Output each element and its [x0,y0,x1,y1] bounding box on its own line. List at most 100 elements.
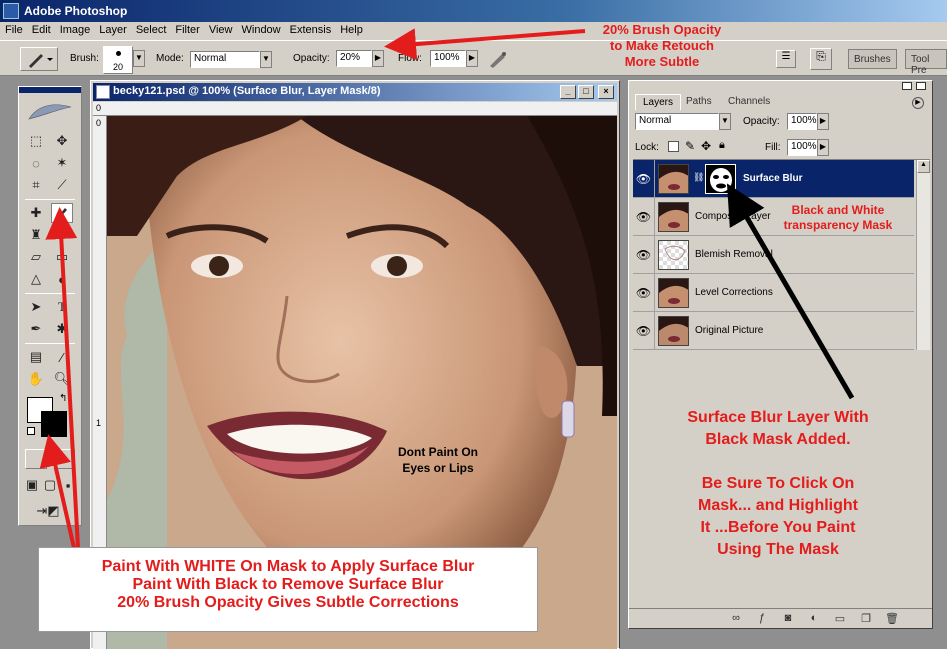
default-colors-icon[interactable] [27,427,35,435]
screen-mode-full-icon[interactable]: ▪ [59,475,77,495]
document-title: becky121.psd @ 100% (Surface Blur, Layer… [113,85,381,97]
tab-brushes[interactable]: Brushes [848,49,897,69]
pen-tool-icon[interactable]: ✒ [25,319,47,339]
palette-menu-icon[interactable]: ☰ [776,50,796,68]
toolbox-header[interactable] [19,87,81,93]
layer-style-icon[interactable]: ƒ [755,612,769,626]
eye-icon[interactable]: 👁︎ [633,312,655,349]
fill-input[interactable]: 100% [787,139,817,156]
eraser-tool-icon[interactable]: ▱ [25,247,47,267]
opacity-slider-arrow[interactable]: ▶ [372,50,384,67]
minimize-button[interactable]: _ [560,85,576,99]
flow-input[interactable]: 100% [430,50,466,67]
palette-header[interactable] [629,81,932,91]
tab-paths[interactable]: Paths [679,94,719,110]
blur-tool-icon[interactable]: △ [25,269,47,289]
layer-row-surface-blur[interactable]: 👁︎ ⛓ Surface Blur [633,160,914,198]
layer-row-level-corrections[interactable]: 👁︎ Level Corrections [633,274,914,312]
clone-stamp-tool-icon[interactable]: ♜ [25,225,47,245]
move-tool-icon[interactable]: ✥ [51,131,73,151]
magic-wand-tool-icon[interactable]: ✶ [51,153,73,173]
swap-colors-icon[interactable]: ↰ [59,393,67,404]
quick-mask-mode-icon[interactable] [53,449,75,469]
notes-tool-icon[interactable]: ▤ [25,347,47,367]
new-group-icon[interactable]: ▭ [833,612,847,626]
menu-file[interactable]: File [0,22,27,36]
tab-channels[interactable]: Channels [721,94,777,110]
screen-mode-full-menu-icon[interactable]: ▢ [41,475,59,495]
eye-icon[interactable]: 👁︎ [633,236,655,273]
lock-position-icon[interactable]: ✥ [701,139,711,153]
menu-filter[interactable]: Filter [170,22,203,36]
layer-mask-thumbnail[interactable] [705,164,736,194]
tab-tool-presets[interactable]: Tool Pre [905,49,947,76]
menu-edit[interactable]: Edit [27,22,55,36]
close-button[interactable]: × [598,85,614,99]
new-layer-icon[interactable]: ❐ [859,612,873,626]
file-browser-icon[interactable]: ⎘ [810,48,832,70]
adjustment-layer-icon[interactable]: ◐ [807,612,821,626]
custom-shape-tool-icon[interactable]: ✱ [51,319,73,339]
brush-dropdown-arrow[interactable]: ▼ [133,50,145,67]
blend-mode-dropdown-arrow[interactable]: ▼ [719,113,731,130]
layer-row-blemish-removal[interactable]: 👁︎ Blemish Removal [633,236,914,274]
chain-link-icon[interactable]: ⛓ [693,172,704,183]
menu-extensis[interactable]: Extensis [285,22,336,36]
blend-mode-select[interactable]: Normal [635,113,719,130]
add-mask-icon[interactable]: ◙ [781,612,795,626]
lock-pixels-icon[interactable]: ✎ [685,139,695,153]
layer-opacity-arrow[interactable]: ▶ [817,113,829,130]
tool-preset-picker[interactable] [20,47,58,71]
standard-mode-icon[interactable] [25,449,47,469]
menu-select[interactable]: Select [131,22,171,36]
background-color-swatch[interactable] [41,411,67,437]
screen-mode-standard-icon[interactable]: ▣ [23,475,41,495]
healing-brush-tool-icon[interactable]: ✚ [25,203,47,223]
lasso-tool-icon[interactable]: ◌ [25,153,47,173]
marquee-tool-icon[interactable]: ⬚ [25,131,47,151]
maximize-button[interactable]: □ [578,85,594,99]
opacity-input[interactable]: 20% [336,50,372,67]
tab-layers[interactable]: Layers [635,94,682,110]
lock-transparency-icon[interactable] [668,141,679,152]
mode-select[interactable]: Normal [190,51,260,68]
menu-window[interactable]: Window [237,22,285,36]
path-selection-tool-icon[interactable]: ➤ [25,297,47,317]
type-tool-icon[interactable]: T [51,297,73,317]
menu-layer[interactable]: Layer [94,22,131,36]
lock-all-icon[interactable]: 🔒︎ [719,139,725,152]
brush-tool-icon[interactable] [51,203,73,223]
layer-opacity-input[interactable]: 100% [787,113,817,130]
brush-label: Brush: [70,53,99,64]
jump-to-imageready-icon[interactable]: ⇥◩ [25,501,71,521]
menu-view[interactable]: View [204,22,237,36]
menu-help[interactable]: Help [335,22,367,36]
trash-icon[interactable]: 🗑︎ [885,612,899,626]
mode-dropdown-arrow[interactable]: ▼ [260,51,272,68]
palette-close-icon[interactable] [916,82,926,90]
zoom-tool-icon[interactable]: 🔍︎ [51,369,73,389]
layers-scrollbar[interactable]: ▲ [916,160,930,350]
eye-icon[interactable]: 👁︎ [633,274,655,311]
gradient-tool-icon[interactable]: ▭ [51,247,73,267]
eye-icon[interactable]: 👁︎ [633,160,655,197]
dodge-tool-icon[interactable]: ● [51,269,73,289]
slice-tool-icon[interactable]: ⟋ [51,175,73,195]
crop-tool-icon[interactable]: ⌗ [25,175,47,195]
eye-icon[interactable]: 👁︎ [633,198,655,235]
palette-menu-arrow-icon[interactable]: ▶ [912,97,924,109]
menu-image[interactable]: Image [55,22,95,36]
link-layers-icon[interactable]: ∞ [729,612,743,626]
document-title-bar[interactable]: becky121.psd @ 100% (Surface Blur, Layer… [93,83,617,101]
scroll-up-arrow[interactable]: ▲ [917,160,930,173]
eyedropper-tool-icon[interactable]: ⁄ [51,347,73,367]
history-brush-tool-icon[interactable]: ✎ [51,225,73,245]
airbrush-icon[interactable] [488,50,508,68]
layer-row-original-picture[interactable]: 👁︎ Original Picture [633,312,914,350]
palette-minimize-icon[interactable] [902,82,912,90]
brush-preview[interactable]: 20 [103,46,133,74]
hand-tool-icon[interactable]: ✋ [25,369,47,389]
fill-arrow[interactable]: ▶ [817,139,829,156]
layer-opacity-label: Opacity: [743,116,780,127]
flow-slider-arrow[interactable]: ▶ [466,50,478,67]
